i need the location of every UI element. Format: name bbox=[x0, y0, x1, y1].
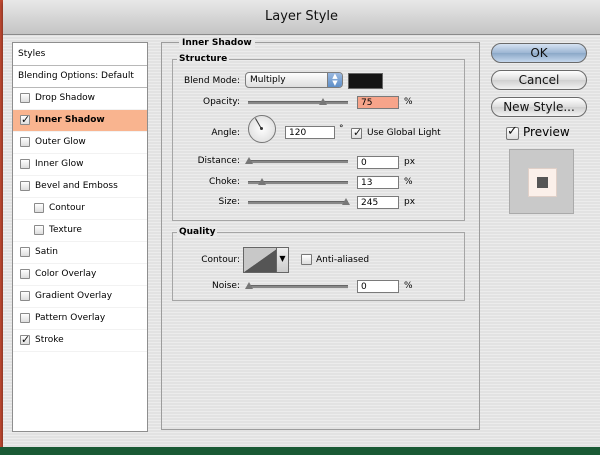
shadow-color-swatch[interactable] bbox=[348, 73, 383, 89]
contour-picker[interactable] bbox=[243, 247, 279, 273]
style-item-inner-glow[interactable]: Inner Glow bbox=[13, 154, 147, 176]
styles-list-header[interactable]: Styles bbox=[13, 43, 147, 66]
style-item-checkbox[interactable] bbox=[34, 203, 44, 213]
style-item-label: Texture bbox=[49, 225, 82, 235]
distance-slider-track[interactable] bbox=[248, 160, 348, 164]
style-item-label: Bevel and Emboss bbox=[35, 181, 118, 191]
style-item-satin[interactable]: Satin bbox=[13, 242, 147, 264]
choke-label: Choke: bbox=[209, 177, 240, 187]
noise-slider-track[interactable] bbox=[248, 285, 348, 289]
style-item-checkbox[interactable] bbox=[34, 225, 44, 235]
checkmark-icon: ✓ bbox=[21, 333, 31, 346]
anti-aliased-checkbox[interactable] bbox=[301, 254, 312, 265]
noise-label: Noise: bbox=[212, 281, 240, 291]
angle-dial[interactable] bbox=[248, 115, 276, 143]
structure-title: Structure bbox=[177, 54, 230, 64]
style-item-gradient-overlay[interactable]: Gradient Overlay bbox=[13, 286, 147, 308]
style-item-label: Color Overlay bbox=[35, 269, 97, 279]
style-item-checkbox[interactable] bbox=[20, 247, 30, 257]
style-item-label: Gradient Overlay bbox=[35, 291, 113, 301]
angle-dial-center bbox=[260, 127, 263, 130]
style-item-checkbox[interactable] bbox=[20, 181, 30, 191]
preview-thumbnail bbox=[509, 149, 574, 214]
angle-unit: ° bbox=[339, 124, 344, 134]
contour-curve-icon bbox=[244, 248, 278, 272]
style-item-label: Drop Shadow bbox=[35, 93, 96, 103]
noise-field[interactable]: 0 bbox=[357, 280, 399, 293]
panel-title: Inner Shadow bbox=[179, 38, 255, 48]
size-slider-track[interactable] bbox=[248, 201, 348, 205]
style-item-checkbox[interactable]: ✓ bbox=[20, 113, 31, 126]
blend-mode-label: Blend Mode: bbox=[183, 76, 240, 86]
style-item-color-overlay[interactable]: Color Overlay bbox=[13, 264, 147, 286]
angle-field[interactable]: 120 bbox=[285, 126, 335, 139]
angle-label: Angle: bbox=[211, 128, 240, 138]
choke-slider-thumb[interactable] bbox=[258, 178, 266, 185]
stepper-arrows-icon: ▲ ▼ bbox=[327, 73, 342, 87]
contour-dropdown-icon[interactable]: ▼ bbox=[276, 247, 289, 273]
background-strip bbox=[0, 447, 600, 455]
style-item-checkbox[interactable]: ✓ bbox=[20, 333, 31, 346]
cancel-button[interactable]: Cancel bbox=[491, 70, 587, 90]
style-item-pattern-overlay[interactable]: Pattern Overlay bbox=[13, 308, 147, 330]
preview-checkbox[interactable]: ✓ bbox=[506, 124, 519, 140]
opacity-field[interactable]: 75 bbox=[357, 96, 399, 109]
style-item-label: Contour bbox=[49, 203, 85, 213]
size-field[interactable]: 245 bbox=[357, 196, 399, 209]
opacity-unit: % bbox=[404, 97, 413, 107]
style-item-checkbox[interactable] bbox=[20, 313, 30, 323]
style-item-checkbox[interactable] bbox=[20, 269, 30, 279]
checkmark-icon: ✓ bbox=[21, 113, 31, 126]
style-item-inner-shadow[interactable]: ✓ Inner Shadow bbox=[13, 110, 147, 132]
style-item-label: Stroke bbox=[35, 335, 64, 345]
size-slider-thumb[interactable] bbox=[342, 198, 350, 205]
distance-label: Distance: bbox=[197, 156, 240, 166]
anti-aliased-label: Anti-aliased bbox=[316, 255, 370, 265]
blending-options-item[interactable]: Blending Options: Default bbox=[13, 66, 147, 88]
noise-slider-thumb[interactable] bbox=[245, 282, 253, 289]
distance-unit: px bbox=[404, 157, 416, 167]
preview-swatch-center bbox=[537, 177, 548, 188]
styles-list: Styles Blending Options: Default Drop Sh… bbox=[12, 42, 148, 432]
choke-field[interactable]: 13 bbox=[357, 176, 399, 189]
preview-swatch bbox=[528, 168, 557, 197]
style-item-bevel-and-emboss[interactable]: Bevel and Emboss bbox=[13, 176, 147, 198]
size-label: Size: bbox=[218, 197, 240, 207]
style-item-contour[interactable]: Contour bbox=[13, 198, 147, 220]
checkmark-icon: ✓ bbox=[507, 124, 518, 139]
distance-field[interactable]: 0 bbox=[357, 156, 399, 169]
style-item-checkbox[interactable] bbox=[20, 137, 30, 147]
style-item-checkbox[interactable] bbox=[20, 291, 30, 301]
blend-mode-value: Multiply bbox=[250, 75, 286, 85]
layer-style-dialog: Layer Style Styles Blending Options: Def… bbox=[3, 0, 600, 447]
distance-slider-thumb[interactable] bbox=[245, 157, 253, 164]
choke-unit: % bbox=[404, 177, 413, 187]
quality-title: Quality bbox=[177, 227, 218, 237]
noise-unit: % bbox=[404, 281, 413, 291]
style-item-label: Outer Glow bbox=[35, 137, 86, 147]
contour-label: Contour: bbox=[201, 255, 240, 265]
preview-label: Preview bbox=[523, 125, 570, 139]
style-item-drop-shadow[interactable]: Drop Shadow bbox=[13, 88, 147, 110]
style-item-texture[interactable]: Texture bbox=[13, 220, 147, 242]
style-item-label: Inner Shadow bbox=[35, 115, 105, 125]
style-item-outer-glow[interactable]: Outer Glow bbox=[13, 132, 147, 154]
style-item-checkbox[interactable] bbox=[20, 93, 30, 103]
style-item-label: Inner Glow bbox=[35, 159, 84, 169]
opacity-slider-thumb[interactable] bbox=[319, 98, 327, 105]
ok-button[interactable]: OK bbox=[491, 43, 587, 63]
size-unit: px bbox=[404, 197, 416, 207]
blend-mode-select[interactable]: Multiply ▲ ▼ bbox=[245, 72, 343, 88]
style-item-checkbox[interactable] bbox=[20, 159, 30, 169]
use-global-light-label: Use Global Light bbox=[367, 128, 441, 138]
use-global-light-checkbox[interactable]: ✓ bbox=[351, 126, 363, 139]
checkmark-icon: ✓ bbox=[353, 126, 363, 139]
opacity-slider-track[interactable] bbox=[248, 101, 348, 105]
style-item-label: Satin bbox=[35, 247, 58, 257]
new-style-button[interactable]: New Style... bbox=[491, 97, 587, 117]
opacity-label: Opacity: bbox=[203, 97, 240, 107]
dialog-title: Layer Style bbox=[3, 0, 600, 35]
style-item-stroke[interactable]: ✓ Stroke bbox=[13, 330, 147, 352]
style-item-label: Pattern Overlay bbox=[35, 313, 106, 323]
